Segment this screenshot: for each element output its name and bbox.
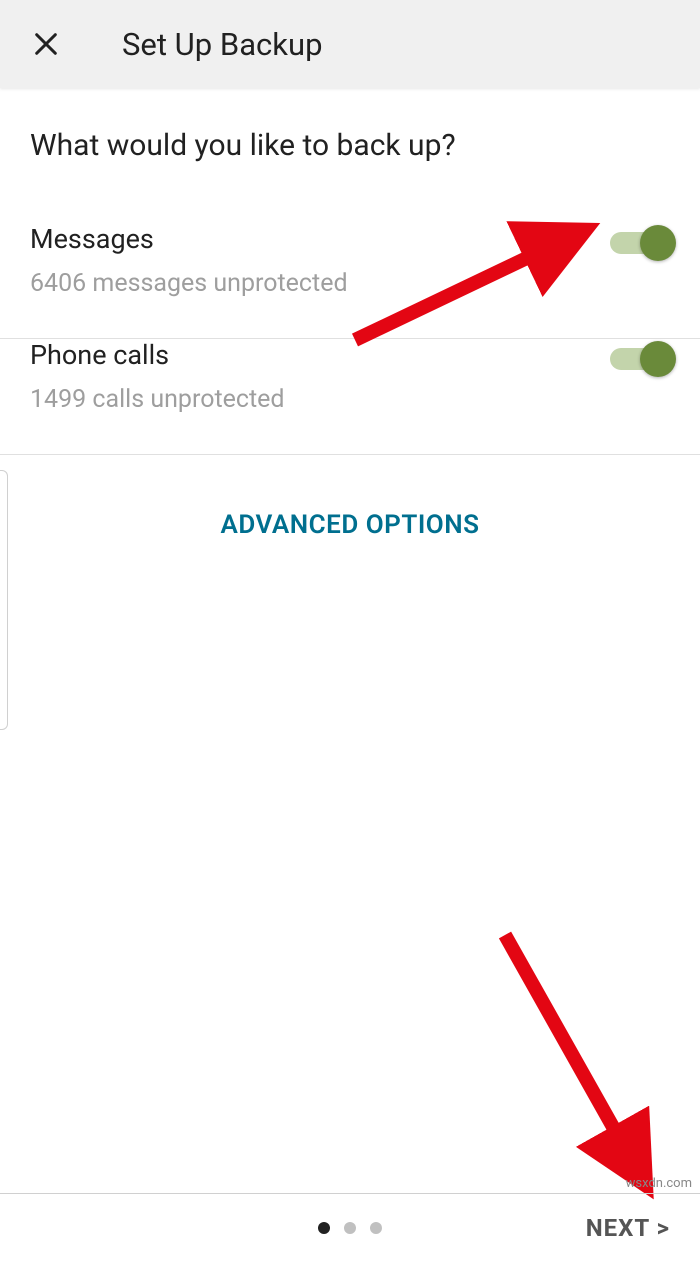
option-messages-subtitle: 6406 messages unprotected (30, 269, 610, 298)
close-icon (32, 30, 60, 58)
option-messages: Messages 6406 messages unprotected (0, 223, 700, 339)
toggle-messages[interactable] (610, 225, 670, 261)
option-messages-text: Messages 6406 messages unprotected (30, 223, 610, 298)
option-calls-title: Phone calls (30, 339, 610, 371)
header-title: Set Up Backup (122, 26, 323, 63)
watermark: wsxdn.com (626, 1176, 692, 1191)
option-calls-subtitle: 1499 calls unprotected (30, 385, 610, 414)
option-messages-title: Messages (30, 223, 610, 255)
toggle-thumb (640, 341, 676, 377)
main-content: What would you like to back up? Messages… (0, 88, 700, 595)
page-question: What would you like to back up? (30, 128, 670, 163)
toggle-calls[interactable] (610, 341, 670, 377)
side-panel-edge (0, 470, 8, 730)
page-dot-2[interactable] (344, 1222, 356, 1234)
close-button[interactable] (30, 28, 62, 60)
annotation-arrow-next (490, 920, 670, 1210)
pagination-dots (318, 1222, 382, 1234)
page-dot-3[interactable] (370, 1222, 382, 1234)
page-dot-1[interactable] (318, 1222, 330, 1234)
next-button[interactable]: NEXT > (586, 1214, 670, 1242)
toggle-thumb (640, 225, 676, 261)
option-calls: Phone calls 1499 calls unprotected (0, 339, 700, 455)
bottom-bar: NEXT > (0, 1193, 700, 1261)
app-header: Set Up Backup (0, 0, 700, 88)
option-calls-text: Phone calls 1499 calls unprotected (30, 339, 610, 414)
advanced-options-link[interactable]: ADVANCED OPTIONS (30, 455, 670, 595)
